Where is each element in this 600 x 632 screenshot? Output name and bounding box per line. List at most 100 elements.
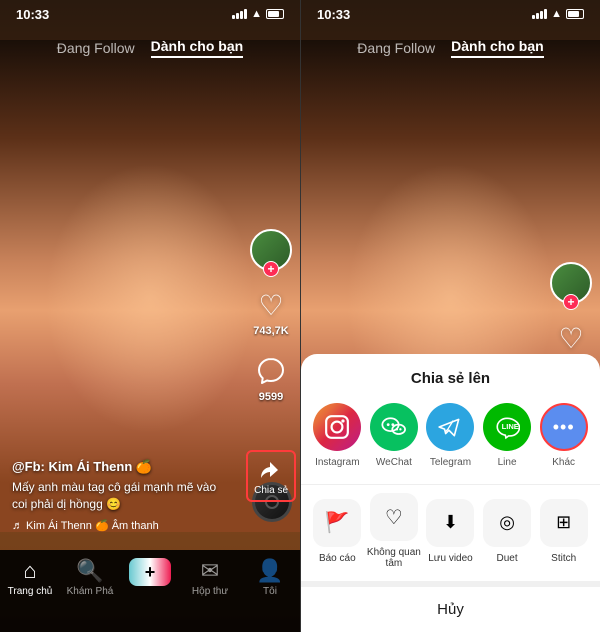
comment-count: 9599	[259, 391, 283, 403]
bottom-nav: ⌂ Trang chủ 🔍 Khám Phá + ✉ Hộp thư 👤 Tôi	[0, 550, 300, 632]
comment-icon	[255, 355, 287, 387]
share-icon	[257, 456, 285, 484]
right-status-time: 10:33	[317, 7, 350, 22]
avatar-plus-button[interactable]: +	[263, 261, 279, 277]
share-button[interactable]: Chia sẻ	[246, 450, 296, 502]
save-video-icon-box: ⬇	[426, 499, 474, 547]
battery-icon	[266, 9, 284, 19]
svg-text:LINE: LINE	[502, 422, 519, 431]
nav-following[interactable]: Đang Follow	[57, 40, 135, 56]
report-action[interactable]: 🚩 Báo cáo	[309, 499, 366, 564]
report-label: Báo cáo	[319, 553, 356, 564]
comment-button[interactable]: 9599	[253, 353, 289, 403]
right-phone: 10:33 ▲ Đang Follow Dành cho bạn + ♡	[300, 0, 600, 632]
avatar-container[interactable]: +	[250, 229, 292, 271]
stitch-action[interactable]: ⊞ Stitch	[535, 499, 592, 564]
save-video-action[interactable]: ⬇ Lưu video	[422, 499, 479, 564]
inbox-label: Hộp thư	[192, 586, 228, 597]
profile-label: Tôi	[263, 586, 277, 597]
caption-line1: Mấy anh màu tag cô gái mạnh mẽ vào	[12, 480, 216, 494]
right-avatar-container[interactable]: +	[550, 262, 592, 304]
not-interested-label: Không quan tâm	[366, 547, 423, 569]
right-avatar-plus[interactable]: +	[563, 294, 579, 310]
telegram-label: Telegram	[430, 457, 471, 468]
share-wechat[interactable]: WeChat	[370, 403, 418, 468]
nav-home[interactable]: ⌂ Trang chủ	[0, 558, 60, 597]
share-line[interactable]: LINE Line	[483, 403, 531, 468]
profile-icon: 👤	[256, 558, 283, 584]
share-label: Chia sẻ	[254, 485, 288, 496]
share-overlay: Chia sẻ lên Instagram	[301, 354, 600, 632]
right-nav-foryou[interactable]: Dành cho bạn	[451, 38, 544, 58]
explore-icon: 🔍	[76, 558, 103, 584]
report-icon-box: 🚩	[313, 499, 361, 547]
explore-label: Khám Phá	[67, 586, 114, 597]
share-instagram[interactable]: Instagram	[313, 403, 361, 468]
left-phone: 10:33 ▲ Đang Follow Dành cho bạn +	[0, 0, 300, 632]
nav-profile[interactable]: 👤 Tôi	[240, 558, 300, 597]
right-status-icons: ▲	[532, 8, 584, 20]
nav-explore[interactable]: 🔍 Khám Phá	[60, 558, 120, 597]
like-button[interactable]: ♡ 743,7K	[253, 287, 289, 337]
telegram-icon	[426, 403, 474, 451]
more-icon: •••	[540, 403, 588, 451]
share-options-row: Instagram WeChat	[301, 403, 600, 484]
not-interested-action[interactable]: ♡ Không quan tâm	[366, 493, 423, 569]
top-nav: Đang Follow Dành cho bạn	[0, 28, 300, 68]
add-button[interactable]: +	[129, 558, 171, 586]
caption-line2: coi phải dị hồngg 😊	[12, 497, 121, 511]
nav-foryou[interactable]: Dành cho bạn	[151, 38, 244, 58]
instagram-label: Instagram	[315, 457, 359, 468]
save-video-icon: ⬇	[443, 512, 458, 533]
right-signal-icon	[532, 9, 547, 19]
duet-label: Duet	[497, 553, 518, 564]
wifi-icon: ▲	[251, 8, 262, 20]
wechat-label: WeChat	[376, 457, 412, 468]
cancel-label: Hủy	[437, 601, 464, 618]
duet-icon-box: ◎	[483, 499, 531, 547]
user-handle[interactable]: @Fb: Kim Ái Thenn 🍊	[12, 459, 246, 475]
right-top-nav: Đang Follow Dành cho bạn	[301, 28, 600, 68]
status-time: 10:33	[16, 7, 49, 22]
more-label: Khác	[552, 457, 575, 468]
caption: Mấy anh màu tag cô gái mạnh mẽ vào coi p…	[12, 479, 246, 513]
right-status-bar: 10:33 ▲	[301, 0, 600, 28]
right-heart-icon: ♡	[558, 322, 583, 355]
wechat-icon	[370, 403, 418, 451]
stitch-icon-box: ⊞	[540, 499, 588, 547]
heart-icon: ♡	[258, 289, 283, 322]
inbox-icon: ✉	[201, 558, 219, 584]
instagram-icon	[313, 403, 361, 451]
bottom-info: @Fb: Kim Ái Thenn 🍊 Mấy anh màu tag cô g…	[12, 459, 246, 532]
share-more[interactable]: ••• Khác	[540, 403, 588, 468]
right-battery-icon	[566, 9, 584, 19]
not-interested-icon: ♡	[385, 505, 403, 530]
not-interested-icon-box: ♡	[370, 493, 418, 541]
right-nav-following[interactable]: Đang Follow	[357, 40, 435, 56]
line-label: Line	[498, 457, 517, 468]
line-icon: LINE	[483, 403, 531, 451]
duet-icon: ◎	[499, 512, 515, 533]
home-label: Trang chủ	[8, 586, 53, 597]
report-icon: 🚩	[325, 510, 350, 535]
share-actions: 🚩 Báo cáo ♡ Không quan tâm ⬇ Lưu video	[301, 484, 600, 581]
duet-action[interactable]: ◎ Duet	[479, 499, 536, 564]
status-bar: 10:33 ▲	[0, 0, 300, 28]
home-icon: ⌂	[23, 558, 36, 584]
share-telegram[interactable]: Telegram	[426, 403, 474, 468]
right-wifi-icon: ▲	[551, 8, 562, 20]
share-panel-title: Chia sẻ lên	[301, 370, 600, 387]
music-row[interactable]: ♬ Kim Ái Thenn 🍊 Âm thanh	[12, 519, 246, 532]
right-sidebar: + ♡ 743,7K 9599	[250, 229, 292, 403]
cancel-button[interactable]: Hủy	[301, 581, 600, 632]
nav-add[interactable]: +	[120, 558, 180, 586]
save-video-label: Lưu video	[428, 553, 473, 564]
music-text: ♬ Kim Ái Thenn 🍊 Âm thanh	[12, 519, 159, 532]
stitch-label: Stitch	[551, 553, 576, 564]
nav-inbox[interactable]: ✉ Hộp thư	[180, 558, 240, 597]
like-count: 743,7K	[253, 325, 288, 337]
signal-icon	[232, 9, 247, 19]
stitch-icon: ⊞	[556, 512, 571, 533]
share-box: Chia sẻ	[246, 450, 296, 502]
status-icons: ▲	[232, 8, 284, 20]
